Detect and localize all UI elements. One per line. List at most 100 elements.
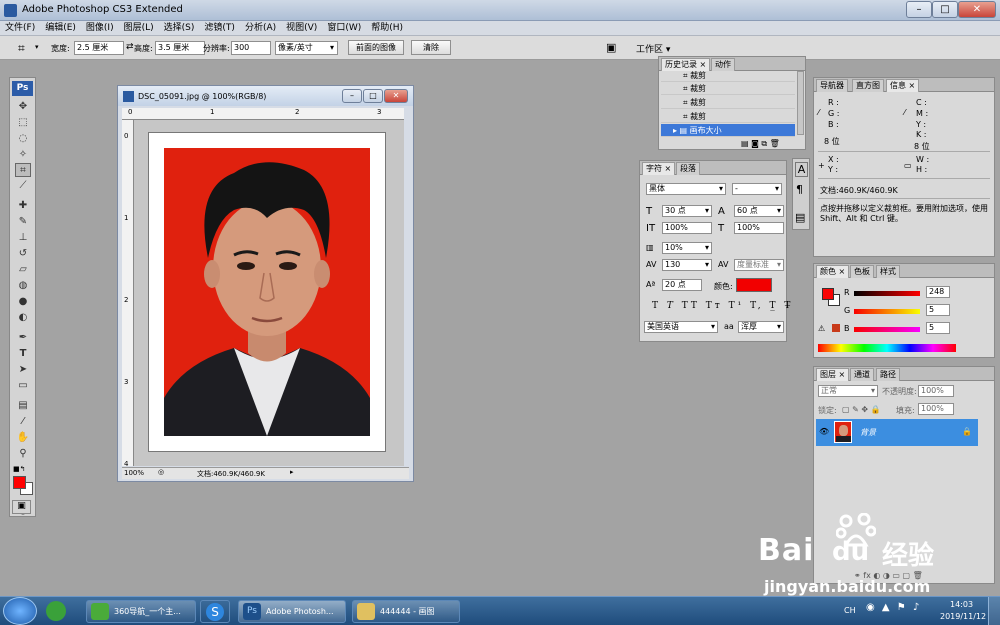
pen-tool-icon[interactable]: ✒ (15, 331, 31, 345)
history-scrollbar[interactable] (797, 71, 804, 135)
doc-minimize-button[interactable]: – (342, 89, 362, 103)
brush-tool-icon[interactable]: ✎ (15, 215, 31, 229)
shape-tool-icon[interactable]: ▭ (15, 379, 31, 393)
history-brush-icon[interactable]: ↺ (15, 247, 31, 261)
bridge-icon[interactable]: ▣ (606, 41, 616, 54)
menu-file[interactable]: 文件(F) (0, 21, 40, 36)
workspace-button[interactable]: 工作区 ▾ (636, 42, 670, 55)
status-icon[interactable]: ◎ (158, 468, 164, 476)
paragraph-panel-icon[interactable]: ¶ (796, 183, 803, 196)
foreground-color-swatch[interactable] (13, 476, 26, 489)
layer-row[interactable]: 👁 背景 🔒 (816, 419, 978, 446)
show-desktop-button[interactable] (988, 597, 1000, 625)
green-slider[interactable] (854, 309, 920, 314)
clock-date[interactable]: 2019/11/12 (940, 612, 986, 621)
tab-paragraph[interactable]: 段落 (676, 162, 700, 175)
leading-select[interactable]: 60 点 ▾ (734, 205, 784, 217)
layer-comps-icon[interactable]: ▤ (795, 211, 805, 224)
tab-channels[interactable]: 通道 (850, 368, 874, 381)
resolution-unit-select[interactable]: 像素/英寸 ▾ (275, 41, 338, 55)
tab-layers[interactable]: 图层 × (816, 368, 850, 381)
crop-tool-icon[interactable]: ⌗ (15, 163, 31, 177)
minimize-button[interactable]: – (906, 1, 932, 18)
marquee-tool-icon[interactable]: ⬚ (15, 116, 31, 130)
eyedropper-icon[interactable]: ⁄ (15, 415, 31, 429)
notes-tool-icon[interactable]: ▤ (15, 399, 31, 413)
history-item[interactable]: ⌗ 裁剪 (661, 69, 795, 82)
font-family-select[interactable]: 黑体 ▾ (646, 183, 726, 195)
magic-wand-icon[interactable]: ✧ (15, 148, 31, 162)
maximize-button[interactable]: □ (932, 1, 958, 18)
menu-window[interactable]: 窗口(W) (322, 21, 366, 36)
tab-paths[interactable]: 路径 (876, 368, 900, 381)
red-input[interactable]: 248 (926, 286, 950, 298)
zoom-tool-icon[interactable]: ⚲ (15, 447, 31, 461)
clear-button[interactable]: 清除 (411, 40, 451, 55)
menu-edit[interactable]: 编辑(E) (40, 21, 81, 36)
menu-analysis[interactable]: 分析(A) (240, 21, 281, 36)
taskbar-sogou-icon[interactable]: S (200, 600, 230, 623)
antialias-select[interactable]: 浑厚 ▾ (738, 321, 784, 333)
fill-input[interactable]: 100% (918, 403, 954, 415)
menu-image[interactable]: 图像(I) (81, 21, 119, 36)
zoom-level[interactable]: 100% (124, 469, 144, 477)
paint-bucket-icon[interactable]: ◍ (15, 279, 31, 293)
history-item[interactable]: ⌗ 裁剪 (661, 82, 795, 95)
layer-name[interactable]: 背景 (860, 427, 876, 438)
tab-character[interactable]: 字符 × (642, 162, 676, 175)
gamut-color-swatch[interactable] (832, 324, 840, 332)
color-ramp[interactable] (818, 344, 956, 352)
blue-input[interactable]: 5 (926, 322, 950, 334)
tray-icons[interactable]: ◉ ▲ ⚑ ♪ (866, 602, 921, 613)
height-input[interactable]: 3.5 厘米 (155, 41, 205, 55)
history-item-selected[interactable]: ▸ ▤ 画布大小 (661, 124, 795, 137)
opacity-input[interactable]: 100% (918, 385, 954, 397)
vertical-scale-input[interactable]: 100% (662, 222, 712, 234)
eraser-tool-icon[interactable]: ▱ (15, 263, 31, 277)
gamut-warning-icon[interactable]: ⚠ (818, 324, 825, 333)
type-tool-icon[interactable]: T (15, 347, 31, 361)
blue-slider[interactable] (854, 327, 920, 332)
character-panel-icon[interactable]: A (795, 162, 808, 177)
start-button[interactable] (3, 597, 37, 625)
foreground-color-swatch[interactable] (822, 288, 834, 300)
font-style-select[interactable]: - ▾ (732, 183, 782, 195)
quicklaunch-360-icon[interactable] (46, 601, 70, 622)
history-item[interactable]: ⌗ 裁剪 (661, 96, 795, 109)
input-language[interactable]: CH (844, 606, 856, 615)
default-colors-icon[interactable]: ■↰ (13, 465, 25, 473)
language-select[interactable]: 美国英语 ▾ (644, 321, 718, 333)
green-input[interactable]: 5 (926, 304, 950, 316)
taskbar-item-photoshop[interactable]: Ps Adobe Photosh... (238, 600, 346, 623)
doc-maximize-button[interactable]: □ (363, 89, 383, 103)
tab-swatches[interactable]: 色板 (850, 265, 874, 278)
menu-view[interactable]: 视图(V) (281, 21, 322, 36)
menu-layer[interactable]: 图层(L) (119, 21, 159, 36)
width-input[interactable]: 2.5 厘米 (74, 41, 124, 55)
tab-color[interactable]: 颜色 × (816, 265, 850, 278)
tool-preset-dropdown[interactable]: ▾ (35, 43, 39, 51)
crop-tool-icon[interactable]: ⌗ (18, 41, 25, 56)
hand-tool-icon[interactable]: ✋ (15, 431, 31, 445)
front-image-button[interactable]: 前面的图像 (348, 40, 404, 55)
lasso-tool-icon[interactable]: ◌ (15, 132, 31, 146)
blur-tool-icon[interactable]: ● (15, 295, 31, 309)
history-footer-icons[interactable]: ▤ ◙ ⧉ 🗑 (741, 139, 780, 149)
baseline-shift-input[interactable]: 20 点 (662, 279, 702, 291)
doc-close-button[interactable]: ✕ (384, 89, 408, 103)
dodge-tool-icon[interactable]: ◐ (15, 311, 31, 325)
resolution-input[interactable]: 300 (231, 41, 271, 55)
red-slider[interactable] (854, 291, 920, 296)
horizontal-scale-input[interactable]: 100% (734, 222, 784, 234)
taskbar-item-paint[interactable]: 444444 - 画图 (352, 600, 460, 623)
tracking-select[interactable]: 130 ▾ (662, 259, 712, 271)
tab-styles[interactable]: 样式 (876, 265, 900, 278)
kerning-select[interactable]: 度量标准 ▾ (734, 259, 784, 271)
tab-navigator[interactable]: 导航器 (816, 79, 848, 92)
healing-brush-icon[interactable]: ✚ (15, 199, 31, 213)
tab-info[interactable]: 信息 × (886, 79, 920, 92)
stamp-tool-icon[interactable]: ⊥ (15, 231, 31, 245)
menu-help[interactable]: 帮助(H) (366, 21, 408, 36)
slice-tool-icon[interactable]: ⟋ (15, 179, 31, 193)
menu-filter[interactable]: 滤镜(T) (199, 21, 240, 36)
